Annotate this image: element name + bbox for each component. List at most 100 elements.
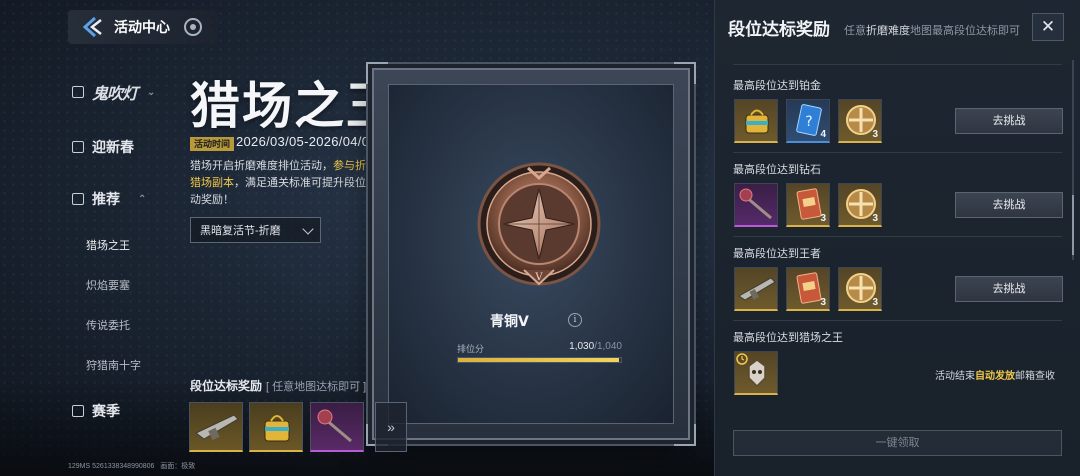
- progress-value: 1,030/1,040: [569, 341, 622, 352]
- reward-item-rifle[interactable]: [189, 402, 243, 452]
- challenge-button[interactable]: 去挑战: [955, 192, 1063, 218]
- rank-info-icon[interactable]: i: [568, 313, 582, 327]
- progress-label: 排位分: [457, 344, 485, 354]
- reward-panel: [714, 0, 1080, 476]
- sidebar-item-spring[interactable]: 迎新春: [72, 137, 134, 157]
- tier-label-hunting-king: 最高段位达到猎场之王: [733, 332, 843, 344]
- close-icon: ✕: [1040, 17, 1056, 36]
- end-note-text: 活动结束: [935, 371, 975, 382]
- reward-item[interactable]: 3: [786, 267, 830, 311]
- reward-item-mace[interactable]: [310, 402, 364, 452]
- chevron-down-icon: ⌄: [147, 86, 156, 98]
- reward-strip-header: 段位达标奖励[ 任意地图达标即可 ]: [190, 377, 366, 394]
- sidebar-sub-item-southern-cross[interactable]: 狩猎南十字: [86, 357, 141, 373]
- frame-corner: [674, 424, 696, 446]
- event-time-range: 2026/03/05-2026/04/08: [236, 134, 377, 149]
- reward-item[interactable]: [734, 351, 778, 395]
- mode-select-value: 黑暗复活节-折磨: [200, 225, 281, 237]
- frame-corner: [674, 62, 696, 84]
- rank-name: 青铜Ⅴ: [490, 313, 529, 329]
- tier-label-platinum: 最高段位达到铂金: [733, 80, 821, 92]
- end-note-text: 邮箱查收: [1015, 371, 1055, 382]
- item-count: 3: [872, 297, 878, 308]
- sidebar-sub-item-legend[interactable]: 传说委托: [86, 317, 130, 333]
- rank-progress-fill: [458, 358, 620, 362]
- chevron-down-icon: [302, 223, 314, 235]
- sidebar-item-recommend[interactable]: 推荐 ⌃: [72, 189, 146, 209]
- category-icon: [72, 193, 84, 205]
- row-divider: [733, 320, 1062, 321]
- top-nav: 活动中心: [68, 10, 218, 44]
- close-button[interactable]: ✕: [1032, 13, 1064, 41]
- reward-item[interactable]: [734, 99, 778, 143]
- sidebar-item-label: 赛季: [92, 403, 120, 419]
- avatar-frame-icon: [736, 353, 766, 388]
- panel-sub-text: 任意: [844, 25, 866, 37]
- menu-toggle-icon[interactable]: [184, 18, 202, 36]
- mace-icon: [739, 188, 772, 220]
- category-icon: [72, 405, 84, 417]
- category-icon: [72, 141, 84, 153]
- game-logo-text: 鬼吹灯: [92, 86, 138, 103]
- game-icon: [72, 86, 84, 98]
- challenge-button[interactable]: 去挑战: [955, 108, 1063, 134]
- svg-text:?: ?: [805, 114, 812, 130]
- supply-box-icon: [745, 109, 769, 134]
- rifle-icon: [738, 277, 776, 301]
- reward-item[interactable]: ? 4: [786, 99, 830, 143]
- desc-text: 猎场开启折磨难度排位活动，: [190, 160, 333, 172]
- item-count: 3: [820, 297, 826, 308]
- row-divider: [733, 64, 1062, 65]
- sidebar-item-season[interactable]: 赛季: [72, 401, 120, 421]
- row-divider: [733, 152, 1062, 153]
- claim-all-button[interactable]: 一键领取: [733, 430, 1062, 456]
- sidebar-item-label: 推荐: [92, 191, 120, 207]
- sidebar-sub-item-hunting-king[interactable]: 猎场之王: [86, 237, 130, 253]
- double-chevron-right-icon: »: [387, 419, 395, 435]
- reward-item[interactable]: [734, 183, 778, 227]
- sidebar-sub-item-fortress[interactable]: 炽焰要塞: [86, 277, 130, 293]
- frame-corner: [366, 62, 388, 84]
- chevron-up-icon: ⌃: [138, 193, 147, 205]
- item-count: 3: [820, 213, 826, 224]
- panel-subtitle: 任意折磨难度地图最高段位达标即可: [844, 22, 1020, 38]
- svg-text:V: V: [534, 272, 543, 283]
- status-bar: 129MS 5261338348990806 画面：极致: [68, 461, 195, 471]
- panel-sub-emphasis: 折磨难度: [866, 25, 910, 37]
- reward-item[interactable]: 3: [838, 183, 882, 227]
- scroll-right-button[interactable]: »: [375, 402, 407, 452]
- supply-box-icon: [264, 415, 290, 442]
- sidebar-item-game[interactable]: 鬼吹灯 ⌄: [72, 80, 155, 104]
- auto-distribute-note: 活动结束自动发放邮箱查收: [935, 367, 1055, 382]
- reward-item-chest[interactable]: [249, 402, 303, 452]
- status-quality-value: 极致: [181, 463, 196, 470]
- panel-sub-text: 地图最高段位达标即可: [910, 25, 1020, 37]
- item-count: 3: [872, 213, 878, 224]
- reward-item[interactable]: [734, 267, 778, 311]
- nav-title: 活动中心: [114, 19, 170, 35]
- challenge-button[interactable]: 去挑战: [955, 276, 1063, 302]
- reward-item[interactable]: 3: [838, 99, 882, 143]
- rank-progress-bar: [457, 357, 622, 363]
- row-divider: [733, 236, 1062, 237]
- panel-title: 段位达标奖励: [728, 20, 830, 39]
- mode-select[interactable]: 黑暗复活节-折磨: [190, 217, 321, 243]
- status-uid: 5261338348990806: [92, 463, 155, 470]
- panel-scrollbar-thumb[interactable]: [1072, 195, 1074, 255]
- tier-label-diamond: 最高段位达到钻石: [733, 164, 821, 176]
- progress-current: 1,030: [569, 341, 595, 352]
- back-arrow-icon[interactable]: [78, 12, 108, 42]
- tier-label-king: 最高段位达到王者: [733, 248, 821, 260]
- status-latency: 129MS: [68, 463, 91, 470]
- end-note-highlight: 自动发放: [975, 371, 1015, 382]
- sidebar-item-label: 迎新春: [92, 139, 134, 155]
- item-count: 4: [820, 129, 826, 140]
- bronze-rank-emblem-icon: V: [477, 162, 601, 286]
- reward-strip-title: 段位达标奖励: [190, 379, 263, 393]
- item-count: 3: [872, 129, 878, 140]
- reward-item[interactable]: 3: [838, 267, 882, 311]
- rifle-icon: [195, 414, 239, 441]
- time-tag: 活动时间: [190, 137, 235, 151]
- reward-item[interactable]: 3: [786, 183, 830, 227]
- mace-icon: [317, 409, 352, 443]
